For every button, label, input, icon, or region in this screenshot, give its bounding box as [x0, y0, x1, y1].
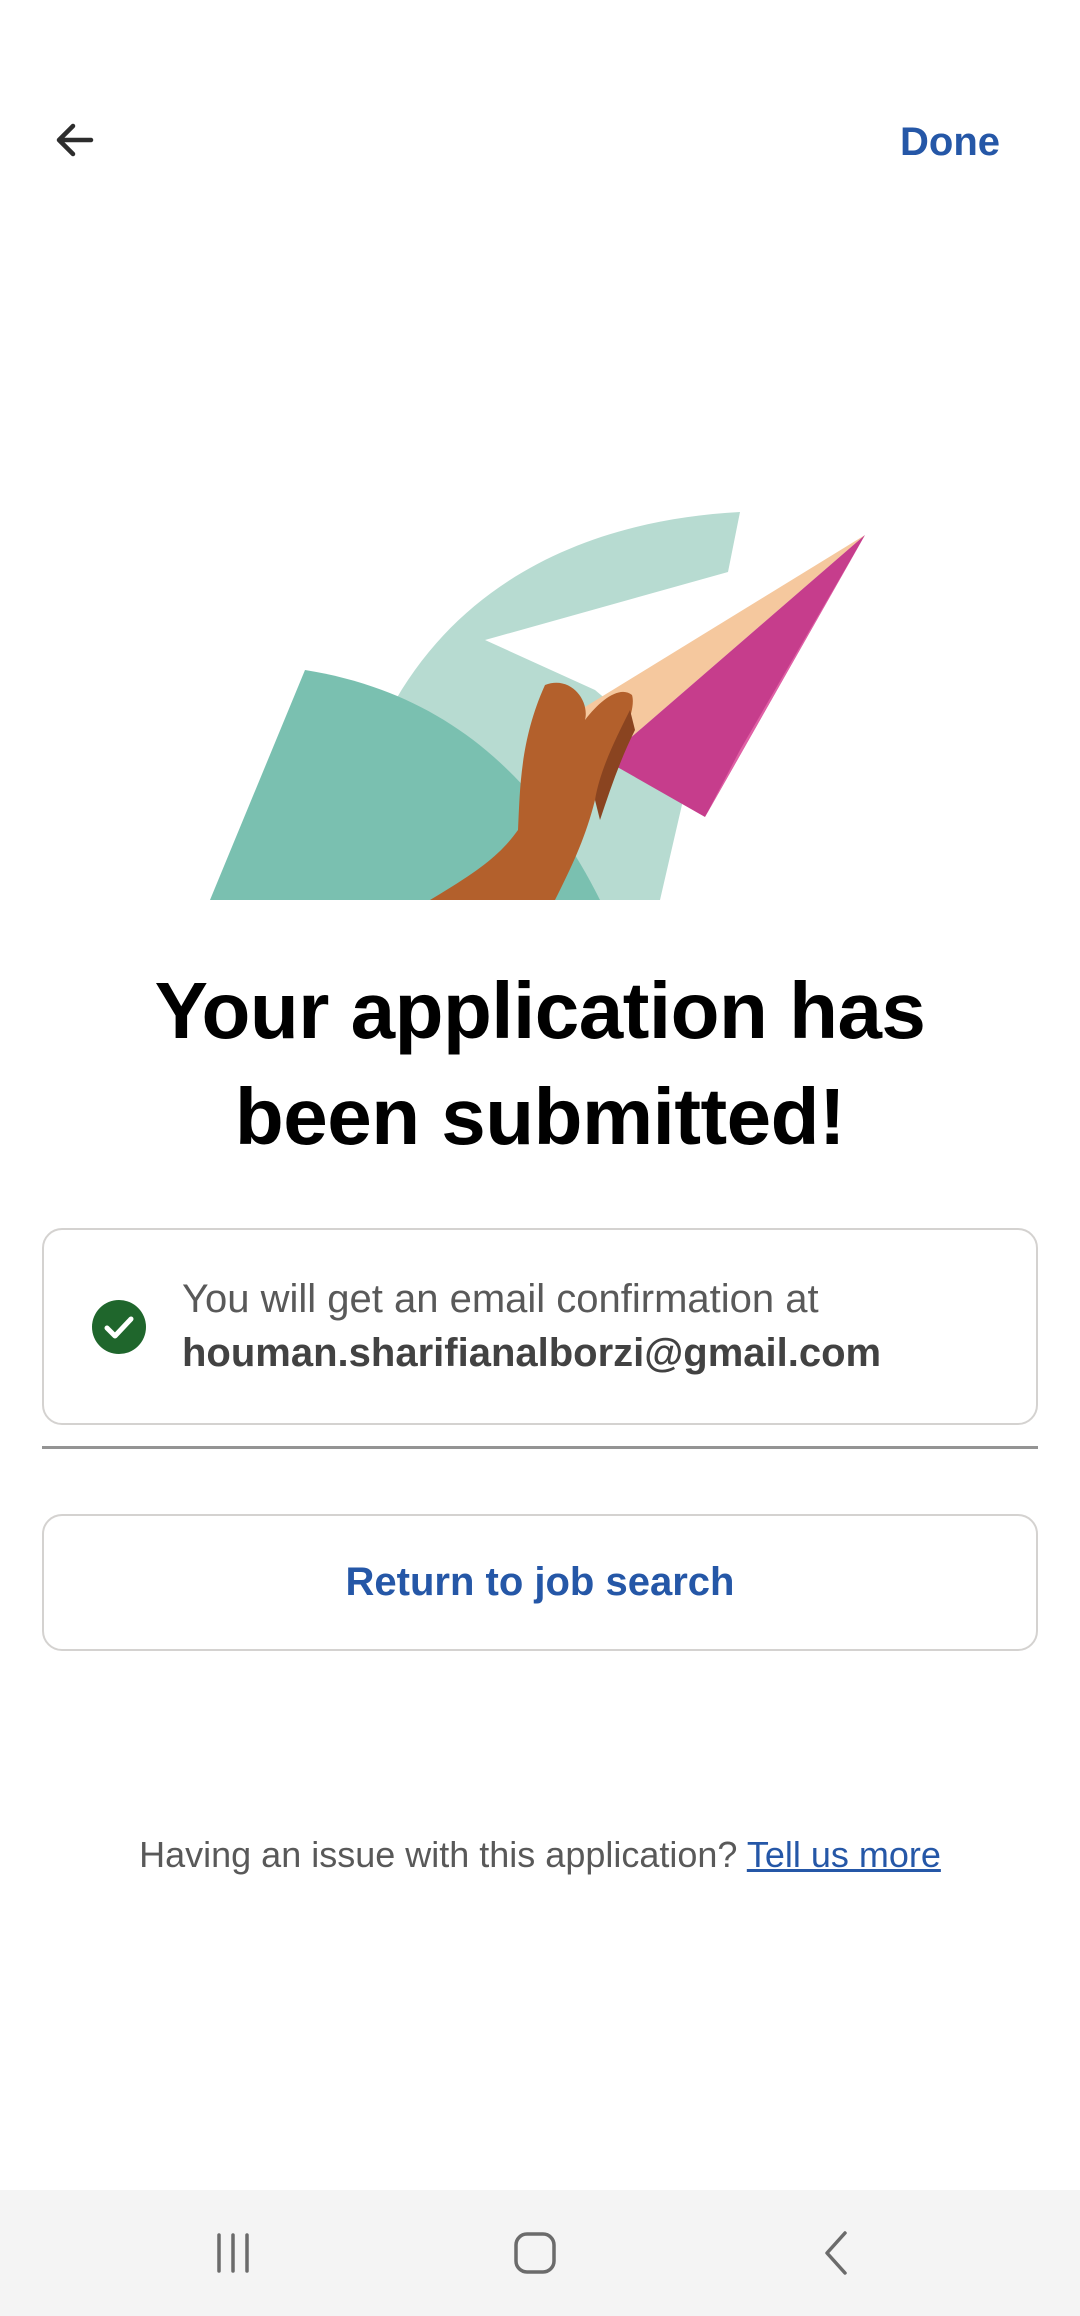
title-line-1: Your application has	[154, 966, 926, 1055]
arrow-left-icon	[56, 123, 94, 157]
done-button[interactable]: Done	[900, 112, 1000, 172]
check-circle-icon	[92, 1300, 146, 1354]
system-back-button[interactable]	[797, 2220, 877, 2286]
system-navigation-bar	[0, 2190, 1080, 2316]
paper-plane-illustration	[210, 512, 865, 900]
home-button[interactable]	[495, 2220, 575, 2286]
page-title: Your application has been submitted!	[60, 958, 1020, 1170]
confirmation-email: houman.sharifianalborzi@gmail.com	[182, 1331, 882, 1375]
return-to-job-search-button[interactable]: Return to job search	[42, 1514, 1038, 1651]
back-button[interactable]	[40, 105, 110, 175]
tell-us-more-link[interactable]: Tell us more	[747, 1834, 941, 1875]
back-chevron-icon	[825, 2231, 847, 2275]
recents-button[interactable]	[193, 2220, 273, 2286]
email-confirmation-card: You will get an email confirmation at ho…	[42, 1228, 1038, 1425]
application-submitted-screen: Done Your application has been submitted…	[0, 0, 1080, 2316]
divider	[42, 1446, 1038, 1449]
title-line-2: been submitted!	[234, 1072, 846, 1161]
confirmation-message: You will get an email confirmation at ho…	[182, 1272, 881, 1380]
confirmation-text: You will get an email confirmation at	[182, 1277, 819, 1321]
help-question: Having an issue with this application?	[139, 1834, 747, 1875]
recents-icon	[217, 2233, 249, 2273]
home-icon	[514, 2232, 556, 2274]
help-line: Having an issue with this application? T…	[0, 1834, 1080, 1876]
